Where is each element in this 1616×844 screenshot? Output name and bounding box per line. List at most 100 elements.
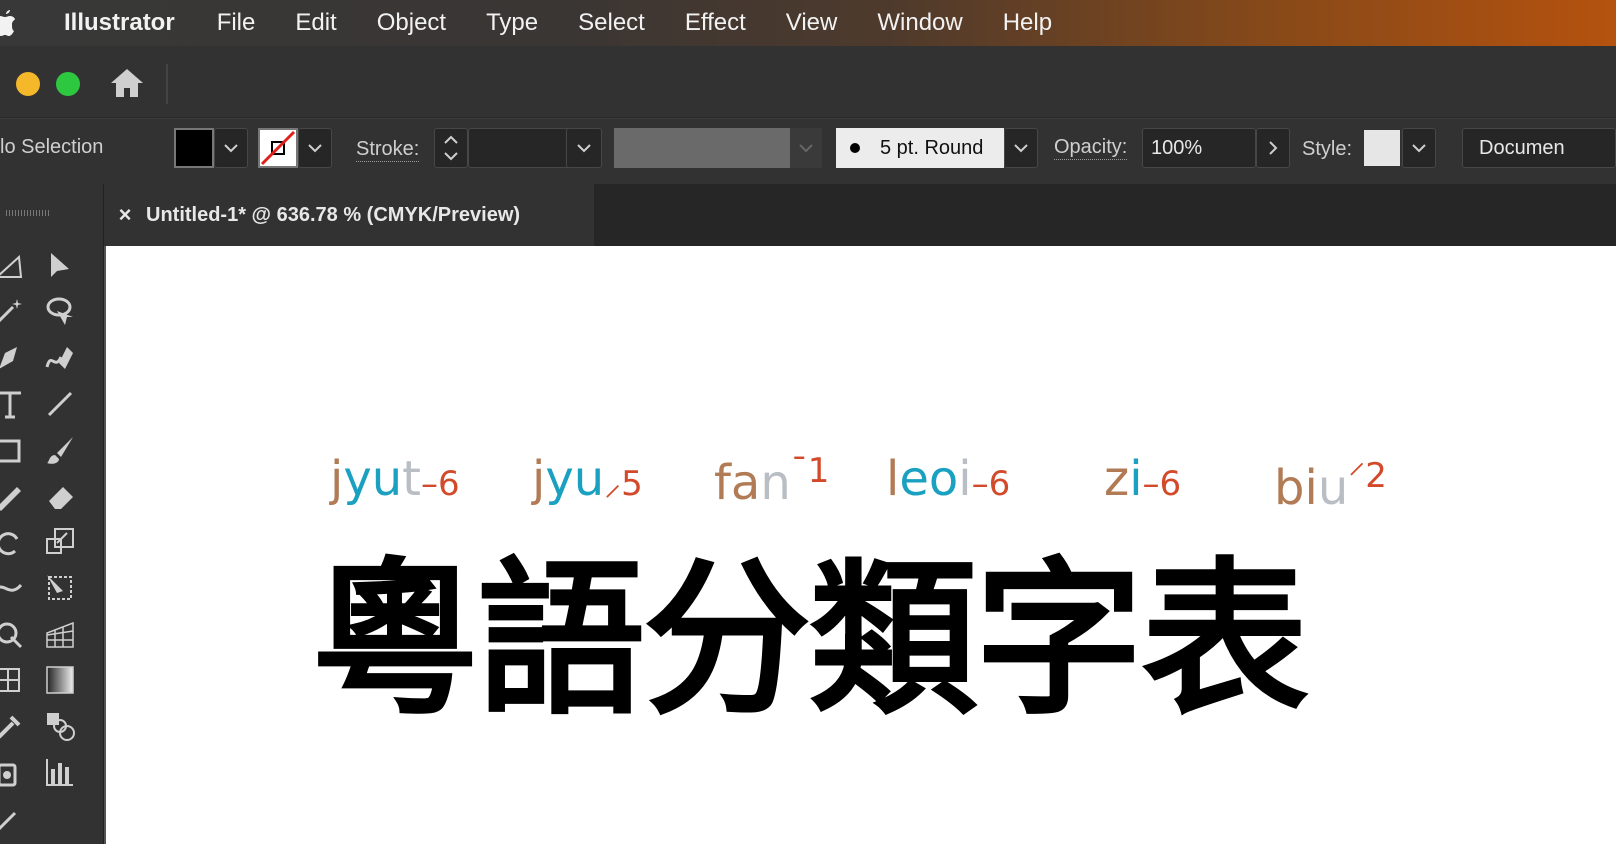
style-dropdown[interactable] xyxy=(1402,128,1436,168)
line-segment-tool-icon[interactable] xyxy=(38,382,82,426)
jyutping-syllable-2: jyu⸝5 xyxy=(532,451,643,507)
opacity-label[interactable]: Opacity: xyxy=(1054,136,1128,160)
divider xyxy=(166,64,168,104)
menu-view[interactable]: View xyxy=(786,9,838,37)
jyutping-syllable-4: leoi–6 xyxy=(886,451,1010,507)
jyutping-tone-mark: – xyxy=(421,464,438,504)
perspective-grid-icon[interactable] xyxy=(38,612,82,656)
document-setup-button[interactable]: Documen xyxy=(1462,128,1616,168)
brush-dropdown[interactable] xyxy=(1004,128,1038,168)
stroke-weight-input[interactable] xyxy=(468,128,570,168)
menu-file[interactable]: File xyxy=(217,9,256,37)
app-bar xyxy=(0,46,1616,118)
none-stroke-icon xyxy=(260,130,296,166)
home-icon[interactable] xyxy=(108,66,146,102)
menu-effect[interactable]: Effect xyxy=(685,9,746,37)
jyutping-tone-mark: ¯ xyxy=(790,451,808,491)
jyutping-initial: j xyxy=(330,451,344,507)
jyutping-tone: 5 xyxy=(621,464,643,504)
lasso-tool-icon[interactable] xyxy=(38,290,82,334)
menu-object[interactable]: Object xyxy=(377,9,446,37)
brush-value: 5 pt. Round xyxy=(880,136,984,159)
blend-tool-icon[interactable] xyxy=(38,704,82,748)
jyutping-tone: 6 xyxy=(988,464,1011,504)
apple-icon[interactable] xyxy=(0,0,40,46)
jyutping-initial: f xyxy=(714,455,731,511)
slice-tool-icon[interactable] xyxy=(0,796,30,840)
menu-edit[interactable]: Edit xyxy=(295,9,336,37)
jyutping-coda: n xyxy=(760,455,791,511)
jyutping-syllable-1: jyut–6 xyxy=(330,451,460,507)
curvature-tool-icon[interactable] xyxy=(38,336,82,380)
document-tab-title: Untitled-1* @ 636.78 % (CMYK/Preview) xyxy=(146,203,521,226)
pencil-tool-icon[interactable] xyxy=(0,474,30,518)
brush-definition[interactable]: 5 pt. Round xyxy=(836,128,1004,168)
stroke-swatch[interactable] xyxy=(258,128,298,168)
jyutping-initial: z xyxy=(1104,451,1130,507)
direct-selection-tool-icon[interactable] xyxy=(38,244,82,288)
eyedropper-icon[interactable] xyxy=(0,704,30,748)
menu-select[interactable]: Select xyxy=(578,9,645,37)
app-menu[interactable]: Illustrator xyxy=(64,9,175,37)
style-swatch[interactable] xyxy=(1364,130,1400,166)
minimize-window-button[interactable] xyxy=(16,72,40,96)
jyutping-tone: 6 xyxy=(1159,464,1182,504)
stroke-label[interactable]: Stroke: xyxy=(356,138,420,162)
fill-dropdown[interactable] xyxy=(214,128,248,168)
jyutping-final: yu xyxy=(545,451,605,507)
stroke-weight-stepper[interactable] xyxy=(434,128,468,168)
width-tool-icon[interactable] xyxy=(0,566,30,610)
stroke-weight-dropdown[interactable] xyxy=(566,128,602,168)
jyutping-tone-mark: – xyxy=(1142,464,1160,504)
panel-grip[interactable] xyxy=(6,210,50,216)
gradient-tool-icon[interactable] xyxy=(38,658,82,702)
jyutping-tone-mark: ⸍ xyxy=(1348,456,1366,496)
shape-builder-icon[interactable] xyxy=(0,612,30,656)
chevron-right-icon xyxy=(1269,141,1278,155)
mesh-tool-icon[interactable] xyxy=(0,658,30,702)
menu-window[interactable]: Window xyxy=(877,9,962,37)
symbol-sprayer-icon[interactable] xyxy=(0,750,30,794)
menu-type[interactable]: Type xyxy=(486,9,538,37)
pen-tool-icon[interactable] xyxy=(0,336,30,380)
chevron-down-icon xyxy=(1412,144,1426,153)
paintbrush-tool-icon[interactable] xyxy=(38,428,82,472)
close-icon[interactable]: × xyxy=(104,202,146,228)
jyutping-final: yu xyxy=(343,451,403,507)
zoom-window-button[interactable] xyxy=(56,72,80,96)
opacity-input[interactable]: 100% xyxy=(1142,128,1256,168)
rectangle-tool-icon[interactable] xyxy=(0,428,30,472)
jyutping-final: a xyxy=(730,455,761,511)
chevron-down-icon xyxy=(224,144,238,153)
chevron-down-icon xyxy=(577,144,591,153)
fill-swatch[interactable] xyxy=(174,128,214,168)
opacity-value: 100% xyxy=(1151,136,1203,159)
brush-dot-icon xyxy=(850,143,860,153)
chevron-down-icon xyxy=(308,144,322,153)
variable-width-profile[interactable] xyxy=(614,128,790,168)
free-transform-tool-icon[interactable] xyxy=(38,566,82,610)
scale-tool-icon[interactable] xyxy=(38,520,82,564)
stroke-dropdown[interactable] xyxy=(298,128,332,168)
jyutping-initial: j xyxy=(532,451,546,507)
jyutping-tone-mark: ⸝ xyxy=(604,464,622,504)
chevron-down-icon xyxy=(1014,144,1028,153)
artboard-canvas[interactable]: jyut–6 jyu⸝5 fan¯1 leoi–6 zi–6 biu⸍2 粵語分… xyxy=(106,246,1616,844)
selection-status: lo Selection xyxy=(0,136,104,158)
opacity-arrow[interactable] xyxy=(1256,128,1290,168)
eraser-tool-icon[interactable] xyxy=(38,474,82,518)
jyutping-syllable-3: fan¯1 xyxy=(714,451,829,511)
jyutping-coda: u xyxy=(1317,460,1349,516)
chinese-title-text[interactable]: 粵語分類字表 xyxy=(311,504,1309,747)
jyutping-tone: 2 xyxy=(1365,456,1387,496)
variable-width-dropdown[interactable] xyxy=(790,128,822,168)
magic-wand-icon[interactable] xyxy=(0,290,30,334)
rotate-tool-icon[interactable] xyxy=(0,520,30,564)
column-graph-tool-icon[interactable] xyxy=(38,750,82,794)
document-tab-bar: × Untitled-1* @ 636.78 % (CMYK/Preview) xyxy=(104,184,1616,246)
selection-tool-icon[interactable] xyxy=(0,244,30,288)
type-tool-icon[interactable] xyxy=(0,382,30,426)
chevron-down-icon xyxy=(799,144,813,153)
document-tab[interactable]: × Untitled-1* @ 636.78 % (CMYK/Preview) xyxy=(104,184,594,246)
menu-help[interactable]: Help xyxy=(1003,9,1052,37)
